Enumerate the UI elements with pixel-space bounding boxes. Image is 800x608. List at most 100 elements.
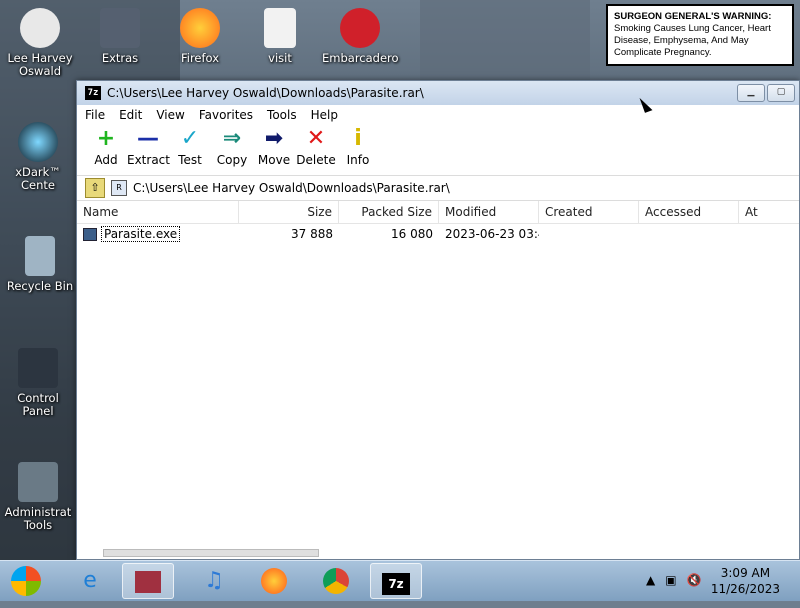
toolbar-label: Delete xyxy=(296,153,336,167)
move-arrow-icon: ➡ xyxy=(264,126,284,151)
file-modified: 2023-06-23 03:46 xyxy=(445,227,539,241)
table-row[interactable]: Parasite.exe 37 888 16 080 2023-06-23 03… xyxy=(77,224,799,244)
toolbar-label: Add xyxy=(94,153,118,167)
admin-tools-icon xyxy=(18,462,58,502)
file-name[interactable]: Parasite.exe xyxy=(101,226,181,242)
desktop-icon-xdark[interactable]: xDark™ Cente xyxy=(0,122,76,192)
menu-edit[interactable]: Edit xyxy=(119,108,142,122)
desktop-icon-user[interactable]: Lee Harvey Oswald xyxy=(2,8,78,78)
toolbar-label: Extract xyxy=(127,153,170,167)
surgeon-general-warning: SURGEON GENERAL'S WARNING: Smoking Cause… xyxy=(606,4,794,66)
delete-x-icon: ✕ xyxy=(306,126,326,151)
toolbar: + Add — Extract ✓ Test ⇒ Copy ➡ Move ✕ Delete i Info xyxy=(77,125,799,175)
exe-file-icon xyxy=(83,228,97,241)
internet-explorer-icon: e xyxy=(83,568,97,593)
toolbar-move-button[interactable]: ➡ Move xyxy=(253,125,295,168)
network-icon[interactable]: ▣ xyxy=(665,573,676,587)
taskbar-archiver[interactable] xyxy=(122,563,174,599)
winrar-icon xyxy=(135,571,161,593)
volume-muted-icon[interactable]: 🔇 xyxy=(687,573,702,587)
xdark-icon xyxy=(18,122,58,162)
file-created xyxy=(539,224,639,244)
col-name[interactable]: Name xyxy=(77,201,239,223)
taskbar-itunes[interactable]: ♫ xyxy=(188,563,240,599)
up-folder-button[interactable]: ⇧ xyxy=(85,178,105,198)
7zip-icon: 7z xyxy=(382,573,410,595)
desktop-icon-visit[interactable]: visit xyxy=(242,8,318,65)
menu-help[interactable]: Help xyxy=(311,108,338,122)
toolbar-label: Test xyxy=(178,153,202,167)
show-hidden-icons-arrow[interactable]: ▲ xyxy=(646,573,655,587)
desktop-icon-recycle-bin[interactable]: Recycle Bin xyxy=(2,236,78,293)
toolbar-label: Info xyxy=(346,153,370,167)
menu-file[interactable]: File xyxy=(85,108,105,122)
toolbar-info-button[interactable]: i Info xyxy=(337,125,379,168)
desktop-icon-firefox[interactable]: Firefox xyxy=(162,8,238,65)
col-accessed[interactable]: Accessed xyxy=(639,201,739,223)
col-created[interactable]: Created xyxy=(539,201,639,223)
toolbar-label: Copy xyxy=(216,153,248,167)
taskbar-7zip[interactable]: 7z xyxy=(370,563,422,599)
chrome-icon xyxy=(323,568,349,594)
toolbar-extract-button[interactable]: — Extract xyxy=(127,125,170,168)
minimize-button[interactable]: ▁ xyxy=(737,84,765,102)
address-bar: ⇧ R C:\Users\Lee Harvey Oswald\Downloads… xyxy=(77,175,799,201)
col-modified[interactable]: Modified xyxy=(439,201,539,223)
desktop-icon-embarcadero[interactable]: Embarcadero xyxy=(322,8,399,65)
firefox-icon xyxy=(261,568,287,594)
windows-logo-icon xyxy=(11,566,41,596)
start-button[interactable] xyxy=(2,563,50,599)
menu-view[interactable]: View xyxy=(156,108,184,122)
clock-time: 3:09 AM xyxy=(720,566,771,580)
address-path[interactable]: C:\Users\Lee Harvey Oswald\Downloads\Par… xyxy=(133,181,450,195)
toolbar-test-button[interactable]: ✓ Test xyxy=(169,125,211,168)
warning-text: Smoking Causes Lung Cancer, Heart Diseas… xyxy=(614,23,771,58)
menu-bar: File Edit View Favorites Tools Help xyxy=(77,105,799,125)
taskbar-clock[interactable]: 3:09 AM 11/26/2023 xyxy=(711,565,780,597)
firefox-icon xyxy=(180,8,220,48)
plus-icon: + xyxy=(96,126,116,151)
music-note-icon: ♫ xyxy=(204,568,224,593)
folder-icon xyxy=(100,8,140,48)
toolbar-delete-button[interactable]: ✕ Delete xyxy=(295,125,337,168)
system-tray: ▲ ▣ 🔇 xyxy=(646,573,702,587)
7zip-app-icon: 7z xyxy=(85,86,101,100)
file-size: 37 888 xyxy=(291,227,333,241)
desktop-icon-admin-tools[interactable]: Administrat Tools xyxy=(0,462,76,532)
maximize-button[interactable]: ▢ xyxy=(767,84,795,102)
taskbar-firefox[interactable] xyxy=(248,563,300,599)
taskbar: e ♫ 7z ▲ ▣ 🔇 3:09 AM 11/26/2023 xyxy=(0,560,800,601)
taskbar-ie[interactable]: e xyxy=(64,563,116,599)
7zip-window[interactable]: 7z C:\Users\Lee Harvey Oswald\Downloads\… xyxy=(76,80,800,560)
desktop-icon-control-panel[interactable]: Control Panel xyxy=(0,348,76,418)
info-icon: i xyxy=(354,126,362,151)
user-icon xyxy=(20,8,60,48)
archive-icon: R xyxy=(111,180,127,196)
recycle-bin-icon xyxy=(25,236,55,276)
col-packed-size[interactable]: Packed Size xyxy=(339,201,439,223)
toolbar-copy-button[interactable]: ⇒ Copy xyxy=(211,125,253,168)
col-attributes[interactable]: At xyxy=(739,201,779,223)
desktop-icon-extras[interactable]: Extras xyxy=(82,8,158,65)
horizontal-scrollbar[interactable] xyxy=(81,549,795,557)
toolbar-label: Move xyxy=(257,153,291,167)
list-header: Name Size Packed Size Modified Created A… xyxy=(77,201,799,224)
scrollbar-thumb[interactable] xyxy=(103,549,319,557)
menu-favorites[interactable]: Favorites xyxy=(199,108,253,122)
document-icon xyxy=(264,8,296,48)
col-size[interactable]: Size xyxy=(239,201,339,223)
toolbar-add-button[interactable]: + Add xyxy=(85,125,127,168)
window-title: C:\Users\Lee Harvey Oswald\Downloads\Par… xyxy=(107,86,424,100)
menu-tools[interactable]: Tools xyxy=(267,108,297,122)
copy-arrows-icon: ⇒ xyxy=(222,126,242,151)
clock-date: 11/26/2023 xyxy=(710,582,780,596)
check-icon: ✓ xyxy=(180,126,200,151)
warning-heading: SURGEON GENERAL'S WARNING: xyxy=(614,11,772,22)
minus-icon: — xyxy=(137,126,159,151)
window-titlebar[interactable]: 7z C:\Users\Lee Harvey Oswald\Downloads\… xyxy=(77,81,799,105)
file-packed-size: 16 080 xyxy=(391,227,433,241)
file-accessed xyxy=(639,224,739,244)
control-panel-icon xyxy=(18,348,58,388)
embarcadero-icon xyxy=(340,8,380,48)
taskbar-chrome[interactable] xyxy=(310,563,362,599)
